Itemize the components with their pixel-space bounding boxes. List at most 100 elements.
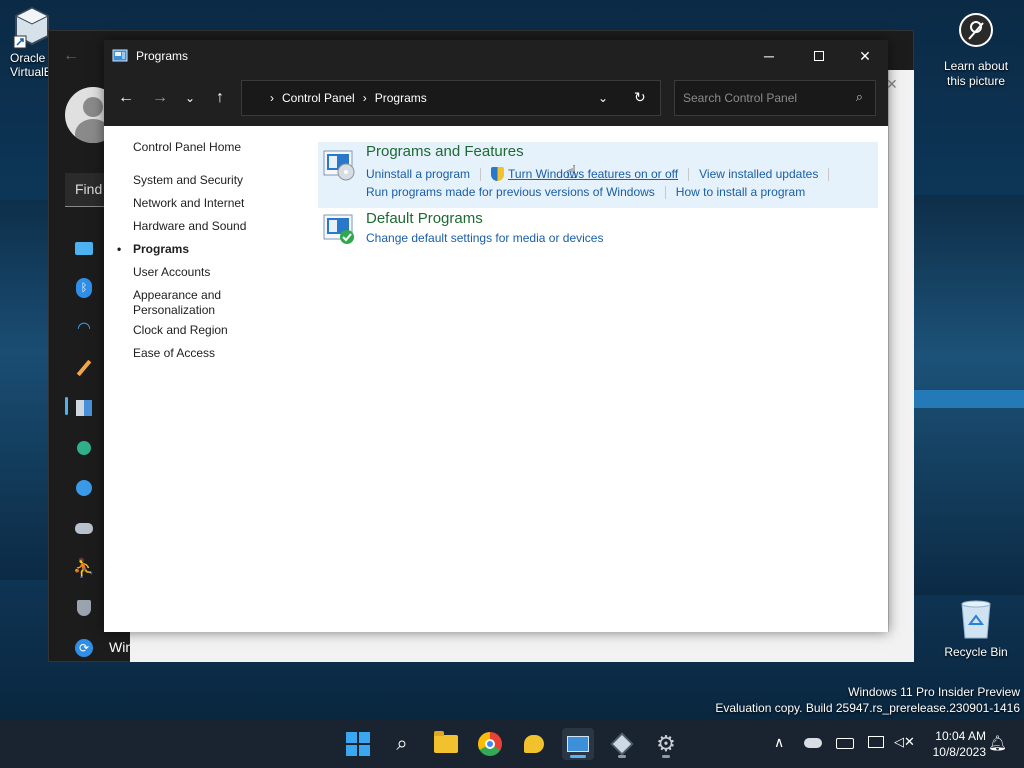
control-panel-window[interactable]: Programs ─ ✕ ← → ⌄ ↑ › Control Panel › P… xyxy=(104,40,888,632)
settings-display-icon[interactable] xyxy=(73,237,95,259)
settings-selection-indicator xyxy=(65,397,68,415)
settings-accessibility-icon[interactable]: ⛹ xyxy=(73,557,95,579)
settings-taskbar-icon[interactable]: ⚙ xyxy=(650,728,682,760)
nav-system-security[interactable]: System and Security xyxy=(133,173,283,188)
wallpaper-city-left xyxy=(0,200,48,580)
address-bar[interactable]: › Control Panel › Programs ⌄ ↻ xyxy=(241,80,661,116)
onedrive-icon[interactable] xyxy=(804,738,822,748)
link-separator xyxy=(688,168,690,182)
link-separator xyxy=(664,186,666,200)
breadcrumb-control-panel[interactable]: Control Panel xyxy=(282,91,355,105)
uninstall-program-link[interactable]: Uninstall a program xyxy=(366,167,470,181)
view-installed-updates-link[interactable]: View installed updates xyxy=(699,167,818,181)
search-icon: ⌕ xyxy=(855,89,863,104)
watermark-edition: Windows 11 Pro Insider Preview xyxy=(848,685,1020,699)
breadcrumb-separator-icon: › xyxy=(362,91,367,105)
settings-brush-icon[interactable] xyxy=(73,357,95,379)
nav-appearance-personalization[interactable]: Appearance and Personalization xyxy=(133,288,233,318)
category-default-programs: Default Programs Change default settings… xyxy=(318,210,878,252)
learn-about-label: Learn about this picture xyxy=(943,59,1009,88)
keyboard-icon[interactable] xyxy=(836,738,854,749)
nav-user-accounts[interactable]: User Accounts xyxy=(133,265,283,280)
recycle-bin-glyph-icon xyxy=(961,600,991,639)
start-button[interactable] xyxy=(342,728,374,760)
nav-hardware-sound[interactable]: Hardware and Sound xyxy=(133,219,283,234)
notification-bell-icon[interactable]: 🔔︎ xyxy=(988,734,1007,752)
category-programs-features: Programs and Features Uninstall a progra… xyxy=(318,142,878,208)
nav-ease-of-access[interactable]: Ease of Access xyxy=(133,346,283,361)
search-input[interactable]: Search Control Panel xyxy=(683,91,797,105)
back-window-edge xyxy=(888,70,914,662)
tips-app-icon[interactable] xyxy=(518,728,550,760)
change-default-settings-link[interactable]: Change default settings for media or dev… xyxy=(366,231,603,245)
hand-cursor-icon: ☝ xyxy=(566,162,577,182)
chrome-icon[interactable] xyxy=(474,728,506,760)
settings-update-icon[interactable]: ⟳ xyxy=(73,637,95,659)
breadcrumb-chevron-icon: › xyxy=(270,91,274,105)
nav-programs-label: Programs xyxy=(133,242,190,256)
running-app-indicator xyxy=(618,755,626,758)
camera-info-icon xyxy=(959,13,993,47)
wallpaper-reflection-strip xyxy=(914,390,1024,408)
control-panel-icon xyxy=(112,49,128,62)
breadcrumb-programs[interactable]: Programs xyxy=(375,91,427,105)
control-panel-home-link[interactable]: Control Panel Home xyxy=(133,140,283,155)
how-to-install-link[interactable]: How to install a program xyxy=(676,185,805,199)
taskbar-search-icon[interactable]: ⌕ xyxy=(386,728,418,760)
nav-network-internet[interactable]: Network and Internet xyxy=(133,196,283,211)
title-bar[interactable]: Programs ─ ✕ xyxy=(104,40,888,72)
search-box[interactable]: Search Control Panel ⌕ xyxy=(674,80,876,116)
forward-arrow-icon[interactable]: → xyxy=(146,84,174,112)
clock[interactable]: 10:04 AM 10/8/2023 xyxy=(922,728,986,760)
network-icon[interactable] xyxy=(868,736,884,748)
settings-back-icon[interactable]: ← xyxy=(63,47,79,65)
maximize-button[interactable] xyxy=(796,40,842,72)
recycle-bin-icon[interactable]: Recycle Bin xyxy=(938,596,1014,659)
default-programs-title[interactable]: Default Programs xyxy=(366,210,483,227)
recent-locations-chevron-icon[interactable]: ⌄ xyxy=(176,84,204,112)
taskbar: ⌕ ⚙ ∧ ◁✕ 10:04 AM 10/8/2023 🔔︎ xyxy=(0,720,1024,768)
nav-programs-current: • Programs xyxy=(117,242,283,257)
current-bullet-icon: • xyxy=(117,242,122,256)
up-arrow-icon[interactable]: ↑ xyxy=(206,84,234,112)
back-arrow-icon[interactable]: ← xyxy=(112,84,140,112)
settings-apps-icon[interactable] xyxy=(73,397,95,419)
programs-features-icon xyxy=(323,150,355,181)
virtualbox-taskbar-icon[interactable] xyxy=(606,728,638,760)
file-explorer-icon[interactable] xyxy=(430,728,462,760)
refresh-icon[interactable]: ↻ xyxy=(634,89,646,106)
show-hidden-icons-chevron[interactable]: ∧ xyxy=(774,734,784,751)
windows-logo-icon xyxy=(346,732,370,756)
settings-gaming-icon[interactable] xyxy=(73,517,95,539)
programs-features-title[interactable]: Programs and Features xyxy=(366,143,524,160)
virtualbox-icon xyxy=(13,6,50,49)
windows-watermark: Windows 11 Pro Insider Preview Evaluatio… xyxy=(715,684,1020,716)
link-separator xyxy=(828,168,830,182)
content-area: Control Panel Home System and Security N… xyxy=(104,126,888,632)
programs-features-links-row1: Uninstall a program Turn Windows features… xyxy=(366,167,839,182)
turn-windows-features-link[interactable]: Turn Windows features on or off xyxy=(508,167,678,181)
address-dropdown-icon[interactable]: ⌄ xyxy=(598,91,608,105)
running-app-indicator xyxy=(662,755,670,758)
back-window-bottom-edge xyxy=(130,632,914,662)
settings-accounts-icon[interactable] xyxy=(73,437,95,459)
volume-muted-icon[interactable]: ◁✕ xyxy=(894,734,915,750)
clock-time: 10:04 AM xyxy=(935,729,986,743)
link-separator xyxy=(480,168,482,182)
programs-features-links-row2: Run programs made for previous versions … xyxy=(366,185,805,200)
settings-privacy-icon[interactable] xyxy=(73,597,95,619)
window-title: Programs xyxy=(136,49,189,63)
minimize-button[interactable]: ─ xyxy=(746,40,792,72)
settings-find-partial: Find xyxy=(75,181,103,197)
settings-wifi-icon[interactable]: ◠ xyxy=(73,317,95,339)
run-older-programs-link[interactable]: Run programs made for previous versions … xyxy=(366,185,655,199)
settings-time-icon[interactable] xyxy=(73,477,95,499)
learn-about-picture-icon[interactable]: Learn about this picture xyxy=(934,12,1018,89)
uac-shield-icon xyxy=(491,167,505,181)
control-panel-taskbar-icon[interactable] xyxy=(562,728,594,760)
nav-clock-region[interactable]: Clock and Region xyxy=(133,323,283,338)
close-button[interactable]: ✕ xyxy=(842,40,888,72)
default-programs-icon xyxy=(323,214,354,244)
settings-bluetooth-icon[interactable]: ᛒ xyxy=(73,277,95,299)
clock-date: 10/8/2023 xyxy=(932,745,986,759)
